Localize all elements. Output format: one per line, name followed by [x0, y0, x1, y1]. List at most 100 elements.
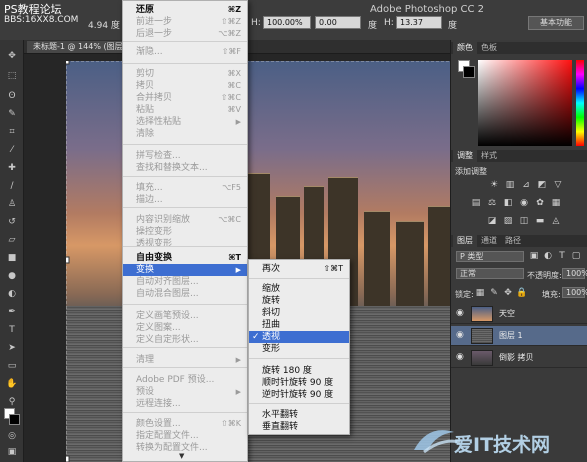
- edit-menu-item[interactable]: 远程连接...: [123, 398, 247, 410]
- edit-menu-item[interactable]: 透视变形: [123, 238, 247, 250]
- tab-layers[interactable]: 图层: [453, 235, 477, 247]
- edit-menu-item[interactable]: 转换为配置文件...: [123, 442, 247, 454]
- edit-menu-item[interactable]: 定义图案...: [123, 322, 247, 334]
- edit-menu-item[interactable]: 拼写检查...: [123, 150, 247, 162]
- filter-shape-icon[interactable]: ▢: [570, 251, 582, 262]
- quick-mask-icon[interactable]: ◎: [5, 430, 19, 442]
- channel-mixer-icon[interactable]: ✿: [534, 198, 546, 209]
- edit-menu-item[interactable]: 颜色设置... ⇧⌘K: [123, 418, 247, 430]
- edit-menu-item[interactable]: Adobe PDF 预设...: [123, 374, 247, 386]
- zoom-tool-icon[interactable]: ⚲: [5, 396, 19, 408]
- edit-menu-item[interactable]: 还原 ⌘Z: [123, 4, 247, 16]
- menu-scroll-down-icon[interactable]: ▼: [179, 452, 184, 460]
- lasso-tool-icon[interactable]: ʘ: [5, 90, 19, 102]
- screen-mode-icon[interactable]: ▣: [5, 446, 19, 458]
- dodge-tool-icon[interactable]: ◐: [5, 288, 19, 300]
- blur-tool-icon[interactable]: ●: [5, 270, 19, 282]
- hand-tool-icon[interactable]: ✋: [5, 378, 19, 390]
- edit-menu-item[interactable]: 指定配置文件...: [123, 430, 247, 442]
- edit-menu-item[interactable]: 后退一步 ⌥⌘Z: [123, 28, 247, 40]
- layer-row[interactable]: ◉ 图层 1: [451, 326, 587, 346]
- tab-styles[interactable]: 样式: [477, 150, 501, 162]
- edit-menu-item[interactable]: 粘贴 ⌘V: [123, 104, 247, 116]
- lock-position-icon[interactable]: ✥: [502, 288, 514, 299]
- edit-menu-item[interactable]: 内容识别缩放 ⌥⌘C: [123, 214, 247, 226]
- edit-menu-item[interactable]: 定义画笔预设...: [123, 310, 247, 322]
- filter-type-icon[interactable]: T: [556, 251, 568, 262]
- edit-menu-item[interactable]: 剪切 ⌘X: [123, 68, 247, 80]
- edit-menu-item[interactable]: 自动对齐图层...: [123, 276, 247, 288]
- photo-filter-icon[interactable]: ◉: [518, 198, 530, 209]
- black-white-icon[interactable]: ◧: [502, 198, 514, 209]
- fill-field[interactable]: 100%: [562, 287, 587, 298]
- eraser-tool-icon[interactable]: ▱: [5, 234, 19, 246]
- transform-menu-item[interactable]: 水平翻转: [249, 409, 349, 421]
- filter-pixel-icon[interactable]: ▣: [528, 251, 540, 262]
- healing-tool-icon[interactable]: ✚: [5, 162, 19, 174]
- layer-kind-filter[interactable]: P 类型: [456, 251, 524, 262]
- document-tab[interactable]: 未标题-1 @ 144% (图层: [27, 41, 129, 53]
- transform-menu-item[interactable]: 斜切: [249, 307, 349, 319]
- edit-menu-item[interactable]: 填充... ⌥F5: [123, 182, 247, 194]
- tab-adjustments[interactable]: 调整: [453, 150, 477, 162]
- transform-menu-item[interactable]: ✓ 透视: [249, 331, 349, 343]
- tab-paths[interactable]: 路径: [501, 235, 525, 247]
- hue-saturation-icon[interactable]: ▤: [470, 198, 482, 209]
- layer-row[interactable]: ◉ 倒影 拷贝: [451, 348, 587, 368]
- transform-menu-item[interactable]: 垂直翻转: [249, 421, 349, 433]
- edit-menu-item[interactable]: 定义自定形状...: [123, 334, 247, 346]
- edit-menu-item[interactable]: 前进一步 ⇧⌘Z: [123, 16, 247, 28]
- edit-menu-item[interactable]: 自由变换 ⌘T: [123, 252, 247, 264]
- height-field[interactable]: 100.00%: [263, 16, 311, 29]
- selective-color-icon[interactable]: ◬: [550, 216, 562, 227]
- edit-menu-item[interactable]: 自动混合图层...: [123, 288, 247, 300]
- edit-menu-item[interactable]: 合并拷贝 ⇧⌘C: [123, 92, 247, 104]
- gradient-map-icon[interactable]: ▬: [534, 216, 546, 227]
- blend-mode-select[interactable]: 正常: [456, 268, 524, 279]
- visibility-eye-icon[interactable]: ◉: [456, 308, 464, 318]
- filter-adjust-icon[interactable]: ◐: [542, 251, 554, 262]
- path-select-tool-icon[interactable]: ➤: [5, 342, 19, 354]
- exposure-icon[interactable]: ◩: [536, 180, 548, 191]
- threshold-icon[interactable]: ◫: [518, 216, 530, 227]
- invert-icon[interactable]: ◪: [486, 216, 498, 227]
- history-brush-icon[interactable]: ↺: [5, 216, 19, 228]
- edit-menu-item[interactable]: 描边...: [123, 194, 247, 206]
- layer-row[interactable]: ◉ 天空: [451, 304, 587, 324]
- transform-menu-item[interactable]: 缩放: [249, 283, 349, 295]
- eyedropper-tool-icon[interactable]: ⁄: [5, 144, 19, 156]
- visibility-eye-icon[interactable]: ◉: [456, 352, 464, 362]
- tab-color[interactable]: 颜色: [453, 42, 477, 54]
- levels-icon[interactable]: ▥: [504, 180, 516, 191]
- transform-menu-item[interactable]: 再次 ⇧⌘T: [249, 263, 349, 275]
- tab-swatches[interactable]: 色板: [477, 42, 501, 54]
- edit-menu-item[interactable]: 查找和替换文本...: [123, 162, 247, 174]
- angle-field[interactable]: 0.00: [315, 16, 361, 29]
- brush-tool-icon[interactable]: ∕: [5, 180, 19, 192]
- move-tool-icon[interactable]: ✥: [5, 50, 19, 62]
- type-tool-icon[interactable]: T: [5, 324, 19, 336]
- vibrance-icon[interactable]: ▽: [552, 180, 564, 191]
- transform-menu-item[interactable]: 逆时针旋转 90 度: [249, 389, 349, 401]
- lock-all-icon[interactable]: 🔒: [516, 288, 528, 299]
- pen-tool-icon[interactable]: ✒: [5, 306, 19, 318]
- lock-transparency-icon[interactable]: ▦: [474, 288, 486, 299]
- marquee-tool-icon[interactable]: ⬚: [5, 70, 19, 82]
- color-lookup-icon[interactable]: ▦: [550, 198, 562, 209]
- edit-menu-item[interactable]: 拷贝 ⌘C: [123, 80, 247, 92]
- workspace-button[interactable]: 基本功能: [528, 16, 584, 30]
- transform-menu-item[interactable]: 变形: [249, 343, 349, 355]
- brightness-icon[interactable]: ☀: [488, 180, 500, 191]
- edit-menu-item[interactable]: 清除: [123, 128, 247, 140]
- edit-menu-item[interactable]: 选择性粘贴 ▶: [123, 116, 247, 128]
- tab-channels[interactable]: 通道: [477, 235, 501, 247]
- opacity-field[interactable]: 100%: [562, 268, 587, 279]
- stamp-tool-icon[interactable]: ♙: [5, 198, 19, 210]
- panel-background-swatch[interactable]: [463, 66, 475, 78]
- edit-menu-item[interactable]: 操控变形: [123, 226, 247, 238]
- color-picker-field[interactable]: [478, 60, 572, 146]
- shape-tool-icon[interactable]: ▭: [5, 360, 19, 372]
- edit-menu-item[interactable]: 预设 ▶: [123, 386, 247, 398]
- transform-menu-item[interactable]: 扭曲: [249, 319, 349, 331]
- crop-tool-icon[interactable]: ⌗: [5, 126, 19, 138]
